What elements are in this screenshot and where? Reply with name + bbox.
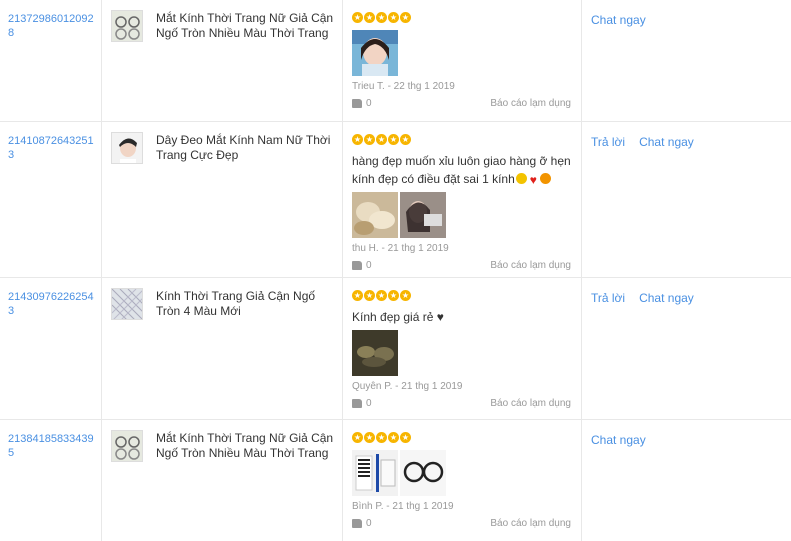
thumbs-up-icon bbox=[352, 519, 362, 528]
star-icon: ★ bbox=[400, 12, 411, 23]
like-count: 0 bbox=[366, 260, 372, 271]
reviewer-date: Trieu T. - 22 thg 1 2019 bbox=[352, 81, 455, 92]
review-photo[interactable] bbox=[400, 450, 446, 496]
heart-eyes-emoji-icon bbox=[539, 173, 551, 184]
like-count: 0 bbox=[366, 518, 372, 529]
star-icon: ★ bbox=[388, 432, 399, 443]
like-button[interactable]: 0 bbox=[352, 98, 372, 109]
star-icon: ★ bbox=[376, 290, 387, 301]
review-photo[interactable] bbox=[352, 450, 398, 496]
star-icon: ★ bbox=[364, 290, 375, 301]
star-icon: ★ bbox=[376, 432, 387, 443]
grinning-emoji-icon bbox=[515, 173, 527, 184]
review-block: ★ ★ ★ ★ ★ hàng đẹp muốn xỉu luôn giao hàng ỡ… bbox=[352, 134, 574, 276]
table-row: 214309762262543 Kính Thời Trang Giả Cận … bbox=[0, 278, 791, 420]
review-photos bbox=[352, 450, 574, 496]
report-abuse-link[interactable]: Báo cáo lạm dụng bbox=[490, 260, 571, 271]
star-icon: ★ bbox=[352, 134, 363, 145]
chat-now-link[interactable]: Chat ngay bbox=[591, 13, 646, 27]
star-icon: ★ bbox=[364, 432, 375, 443]
product-name: Mắt Kính Thời Trang Nữ Giả Cận Ngố Tròn … bbox=[156, 11, 334, 40]
review-photos bbox=[352, 330, 574, 376]
review-photos bbox=[352, 192, 574, 238]
reviewer-date: Bình P. - 21 thg 1 2019 bbox=[352, 501, 454, 512]
chat-now-link[interactable]: Chat ngay bbox=[639, 135, 694, 149]
row-actions: Trả lời Chat ngay bbox=[591, 135, 708, 149]
thumbs-up-icon bbox=[352, 399, 362, 408]
heart-emoji-icon: ♥ bbox=[529, 173, 537, 187]
like-count: 0 bbox=[366, 398, 372, 409]
product-thumbnail bbox=[111, 430, 143, 462]
star-icon: ★ bbox=[388, 134, 399, 145]
star-icon: ★ bbox=[364, 134, 375, 145]
star-icon: ★ bbox=[400, 432, 411, 443]
report-abuse-link[interactable]: Báo cáo lạm dụng bbox=[490, 398, 571, 409]
star-icon: ★ bbox=[352, 290, 363, 301]
review-photo[interactable] bbox=[400, 192, 446, 238]
rating-stars: ★ ★ ★ ★ ★ bbox=[352, 12, 574, 24]
product-name: Mắt Kính Thời Trang Nữ Giả Cận Ngố Tròn … bbox=[156, 431, 334, 460]
star-icon: ★ bbox=[400, 290, 411, 301]
reviews-table: 213729860120928 Mắt Kính Thời Trang Nữ G… bbox=[0, 0, 791, 541]
reviewer-date: thu H. - 21 thg 1 2019 bbox=[352, 243, 449, 254]
like-button[interactable]: 0 bbox=[352, 518, 372, 529]
rating-stars: ★ ★ ★ ★ ★ bbox=[352, 432, 574, 444]
report-abuse-link[interactable]: Báo cáo lạm dụng bbox=[490, 518, 571, 529]
row-actions: Chat ngay bbox=[591, 433, 660, 447]
star-icon: ★ bbox=[376, 134, 387, 145]
star-icon: ★ bbox=[388, 290, 399, 301]
order-id-link[interactable]: 214108726432513 bbox=[8, 134, 96, 162]
review-photo[interactable] bbox=[352, 330, 398, 376]
review-photo[interactable] bbox=[352, 192, 398, 238]
chat-now-link[interactable]: Chat ngay bbox=[639, 291, 694, 305]
chat-now-link[interactable]: Chat ngay bbox=[591, 433, 646, 447]
rating-stars: ★ ★ ★ ★ ★ bbox=[352, 134, 574, 146]
order-id-link[interactable]: 213841858334395 bbox=[8, 432, 96, 460]
product-thumbnail bbox=[111, 132, 143, 164]
table-row: 214108726432513 Dây Đeo Mắt Kính Nam Nữ … bbox=[0, 122, 791, 278]
table-row: 213729860120928 Mắt Kính Thời Trang Nữ G… bbox=[0, 0, 791, 122]
star-icon: ★ bbox=[400, 134, 411, 145]
like-count: 0 bbox=[366, 98, 372, 109]
star-icon: ★ bbox=[364, 12, 375, 23]
row-actions: Trả lời Chat ngay bbox=[591, 291, 708, 305]
product-name: Kính Thời Trang Giả Cận Ngố Tròn 4 Màu M… bbox=[156, 289, 316, 318]
review-block: ★ ★ ★ ★ ★ Trieu T. - 22 thg 1 2019 0 Báo cáo… bbox=[352, 12, 574, 114]
rating-stars: ★ ★ ★ ★ ★ bbox=[352, 290, 574, 302]
reviewer-date: Quyên P. - 21 thg 1 2019 bbox=[352, 381, 463, 392]
reply-link[interactable]: Trả lời bbox=[591, 291, 625, 305]
thumbs-up-icon bbox=[352, 261, 362, 270]
review-photo[interactable] bbox=[352, 30, 398, 76]
row-actions: Chat ngay bbox=[591, 13, 660, 27]
review-block: ★ ★ ★ ★ ★ Bình P. - 21 thg 1 2019 0 Báo cáo … bbox=[352, 432, 574, 534]
review-text: hàng đẹp muốn xỉu luôn giao hàng ỡ hẹn k… bbox=[352, 154, 571, 187]
order-id-link[interactable]: 214309762262543 bbox=[8, 290, 96, 318]
thumbs-up-icon bbox=[352, 99, 362, 108]
product-name: Dây Đeo Mắt Kính Nam Nữ Thời Trang Cực Đ… bbox=[156, 133, 331, 162]
review-text: Kính đẹp giá rẻ ♥ bbox=[352, 310, 444, 324]
product-thumbnail bbox=[111, 10, 143, 42]
review-photos bbox=[352, 30, 574, 76]
star-icon: ★ bbox=[376, 12, 387, 23]
order-id-link[interactable]: 213729860120928 bbox=[8, 12, 96, 40]
star-icon: ★ bbox=[352, 12, 363, 23]
star-icon: ★ bbox=[388, 12, 399, 23]
table-row: 213841858334395 Mắt Kính Thời Trang Nữ G… bbox=[0, 420, 791, 541]
star-icon: ★ bbox=[352, 432, 363, 443]
product-thumbnail bbox=[111, 288, 143, 320]
like-button[interactable]: 0 bbox=[352, 398, 372, 409]
review-block: ★ ★ ★ ★ ★ Kính đẹp giá rẻ ♥ Quyên P. - 21 th… bbox=[352, 290, 574, 414]
report-abuse-link[interactable]: Báo cáo lạm dụng bbox=[490, 98, 571, 109]
reply-link[interactable]: Trả lời bbox=[591, 135, 625, 149]
like-button[interactable]: 0 bbox=[352, 260, 372, 271]
